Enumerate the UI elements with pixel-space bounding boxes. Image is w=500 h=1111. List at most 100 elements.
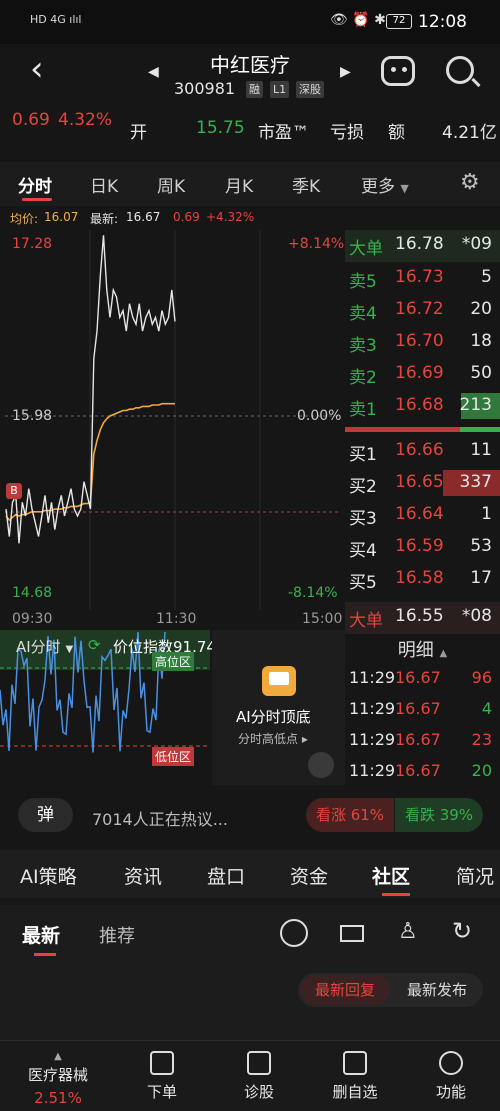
vote-up-button[interactable]: 看涨 61% <box>306 798 394 832</box>
ai-promo[interactable]: AI分时顶底 分时高低点 ▸ <box>212 630 345 785</box>
intraday-chart-svg <box>5 230 340 610</box>
industry-pct: 2.51% <box>34 1089 82 1107</box>
tab-community[interactable]: 社区 <box>372 862 410 889</box>
bid-volume: 337 <box>459 472 492 492</box>
ask-row[interactable]: 卖2 16.69 50 <box>345 359 500 391</box>
trade-detail-row: 11:29 16.67 4 <box>345 695 500 727</box>
pct-min-label: -8.14% <box>288 585 338 601</box>
tab-news[interactable]: 资讯 <box>124 862 162 889</box>
tab-funds[interactable]: 资金 <box>290 862 328 889</box>
trade-time: 11:29 <box>349 730 396 749</box>
ask-row[interactable]: 卖5 16.73 5 <box>345 263 500 295</box>
user-icon[interactable]: ♙ <box>398 919 418 944</box>
pct-mid-label: 0.00% <box>297 408 342 424</box>
tab-recommend[interactable]: 推荐 <box>99 922 135 948</box>
pe-value: 亏损 <box>330 123 364 143</box>
ai-label: AI分时 <box>16 638 61 656</box>
mail-icon[interactable] <box>340 925 364 942</box>
intraday-chart[interactable]: 17.28 +8.14% 15.98 0.00% 14.68 -8.14% B … <box>0 230 345 630</box>
tab-ai-strategy[interactable]: AI策略 <box>20 862 77 889</box>
signal-icons: HD 4G ılıl <box>30 13 82 26</box>
chevron-down-icon: ▼ <box>400 182 409 195</box>
industry-indicator[interactable]: ▲ 医疗器械 2.51% <box>18 1051 98 1107</box>
order-book: 大单 16.78 *09 卖5 16.73 5 卖4 16.72 20 卖3 16.70 18 卖… <box>345 230 500 785</box>
next-stock-icon[interactable]: ▶ <box>340 64 351 80</box>
tab-profile[interactable]: 简况 <box>456 862 494 889</box>
tab-weekly[interactable]: 周K <box>157 172 185 197</box>
ai-monitor-icon <box>262 666 296 696</box>
big-order-bottom[interactable]: 大单 16.55 *08 <box>345 602 500 634</box>
buy-marker-icon: B <box>6 483 22 499</box>
expand-icon[interactable] <box>308 752 334 778</box>
ai-intraday-label[interactable]: AI分时 ▼ <box>16 636 73 657</box>
ask-row[interactable]: 卖1 16.68 213 <box>345 391 500 423</box>
functions-button[interactable]: 功能 <box>411 1051 491 1102</box>
tab-latest[interactable]: 最新 <box>22 921 60 948</box>
tab-intraday[interactable]: 分时 <box>18 172 52 197</box>
low-zone-tag: 低位区 <box>152 747 195 766</box>
trade-time: 11:29 <box>349 668 396 687</box>
ai-panel[interactable]: AI分时 ▼ ⟳ 价位指数91.74 高位区 低位区 AI分时顶底 分时高低点 … <box>0 630 345 785</box>
sort-latest-post[interactable]: 最新发布 <box>394 975 480 1005</box>
pct-max-label: +8.14% <box>288 236 345 252</box>
tab-quarterly[interactable]: 季K <box>292 172 320 197</box>
trade-volume: 4 <box>481 699 492 718</box>
bid-row[interactable]: 买5 16.58 17 <box>345 564 500 596</box>
tab-underline <box>22 198 52 201</box>
diagnose-label: 诊股 <box>243 1083 274 1101</box>
trade-volume: 96 <box>471 668 492 687</box>
settings-gear-icon[interactable]: ⚙ <box>460 170 480 195</box>
sort-latest-reply[interactable]: 最新回复 <box>300 975 390 1005</box>
bid-label: 买2 <box>349 477 377 497</box>
trade-volume: 23 <box>471 730 492 749</box>
avg-label: 均价: <box>10 212 39 226</box>
y-max-label: 17.28 <box>12 236 53 252</box>
big-order-price: 16.78 <box>395 234 444 254</box>
topic-icon[interactable] <box>280 919 308 947</box>
bid-row[interactable]: 买3 16.64 1 <box>345 500 500 532</box>
stock-name: 中红医疗 <box>210 53 290 77</box>
promo-sub-prefix: 分 <box>238 732 251 746</box>
chevron-down-icon: ▼ <box>65 644 74 655</box>
bid-row[interactable]: 买1 16.66 11 <box>345 436 500 468</box>
order-label: 下单 <box>146 1083 177 1101</box>
refresh-icon[interactable]: ⟳ <box>88 636 101 654</box>
x-tick-mid: 11:30 <box>156 611 197 627</box>
bid-price: 16.64 <box>395 504 444 524</box>
bid-volume: 17 <box>470 568 492 588</box>
latest-change: 0.69 <box>173 210 200 224</box>
bid-volume: 1 <box>481 504 492 524</box>
discussion-text[interactable]: 7014人正在热议... <box>92 806 228 830</box>
big-order-label: 大单 <box>349 239 383 259</box>
tag-sz-connect: 深股 <box>296 81 324 98</box>
danmaku-toggle[interactable]: 弹 <box>18 798 73 832</box>
tab-more[interactable]: 更多 ▼ <box>361 172 409 197</box>
back-icon[interactable]: ‹ <box>30 52 44 86</box>
ask-row[interactable]: 卖3 16.70 18 <box>345 327 500 359</box>
diagnose-icon <box>247 1051 271 1075</box>
tab-underline <box>382 893 410 896</box>
big-order-top[interactable]: 大单 16.78 *09 <box>345 230 500 262</box>
search-icon[interactable] <box>446 56 474 84</box>
robot-assistant-icon[interactable] <box>381 56 415 86</box>
tab-daily[interactable]: 日K <box>90 172 118 197</box>
refresh-icon[interactable]: ↻ <box>452 917 472 945</box>
ask-bid-bar-green <box>460 427 500 432</box>
ask-volume: 213 <box>459 395 492 415</box>
bid-price: 16.58 <box>395 568 444 588</box>
vote-down-button[interactable]: 看跌 39% <box>395 798 483 832</box>
remove-watchlist-button[interactable]: 删自选 <box>315 1051 395 1102</box>
tab-monthly[interactable]: 月K <box>225 172 253 197</box>
diagnose-button[interactable]: 诊股 <box>219 1051 299 1102</box>
bid-row[interactable]: 买4 16.59 53 <box>345 532 500 564</box>
bid-row[interactable]: 买2 16.65 337 <box>345 468 500 500</box>
order-button[interactable]: 下单 <box>122 1051 202 1102</box>
ask-row[interactable]: 卖4 16.72 20 <box>345 295 500 327</box>
price-change: 0.69 <box>12 110 50 130</box>
trade-time: 11:29 <box>349 699 396 718</box>
trade-time: 11:29 <box>349 761 396 780</box>
trade-price: 16.67 <box>395 730 441 749</box>
detail-header[interactable]: 明细 ▲ <box>345 636 500 666</box>
bid-price: 16.66 <box>395 440 444 460</box>
tab-market[interactable]: 盘口 <box>207 862 245 889</box>
